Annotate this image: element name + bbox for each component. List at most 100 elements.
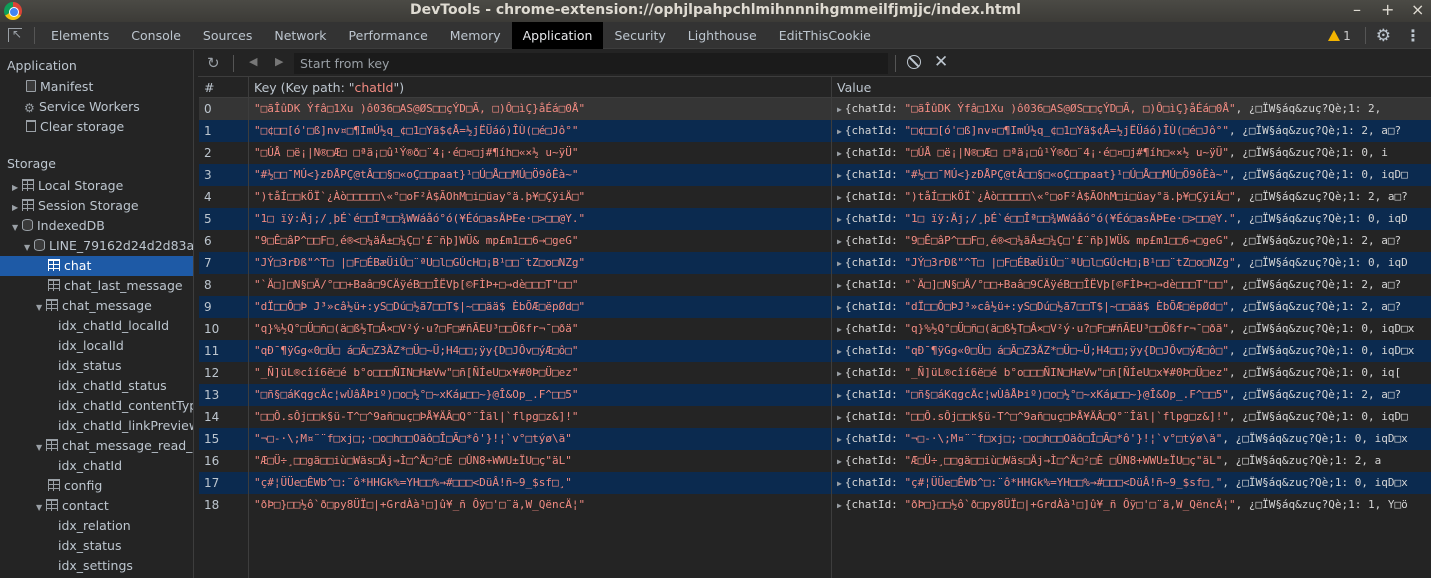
expand-value-icon[interactable]: ▶ [837, 281, 842, 290]
expand-value-icon[interactable]: ▶ [837, 237, 842, 246]
sidebar-item-indexeddb[interactable]: ▼ IndexedDB [0, 216, 193, 236]
table-row[interactable]: 5 "1□ ïÿ:Äj;/¸þÉ`é□□Îª□□¾WWáåó°ó(¥Éó□asÄÞ… [199, 208, 1431, 230]
sidebar-item-index[interactable]: idx_chatId_contentType [0, 396, 193, 416]
sidebar-item-index[interactable]: idx_status [0, 536, 193, 556]
table-row[interactable]: 18 "ðÞ□}□□½ô`ð□py8ÜÏ□|+GrdÀà¹□]û¥_ñ Ôÿ□'□… [199, 494, 1431, 516]
expand-value-icon[interactable]: ▶ [837, 215, 842, 224]
sidebar-item-contact[interactable]: ▼ contact [0, 496, 193, 516]
sidebar-item-index[interactable]: idx_chatId_localId [0, 316, 193, 336]
column-header-key[interactable]: Key (Key path: "chatId") [249, 77, 832, 97]
settings-gear-icon[interactable]: ⚙ [1376, 26, 1391, 46]
column-header-number[interactable]: # [199, 77, 249, 97]
collapse-arrow-icon[interactable]: ▼ [24, 238, 34, 258]
expand-value-icon[interactable]: ▶ [837, 435, 842, 444]
expand-value-icon[interactable]: ▶ [837, 171, 842, 180]
sidebar-item-session-storage[interactable]: ▶ Session Storage [0, 196, 193, 216]
sidebar-item-chat-message-read[interactable]: ▼ chat_message_read_c [0, 436, 193, 456]
table-row[interactable]: 16 "Æ□Ü÷¸□□gä□□iù□Wäs□Äj→Ì□^Ä□²□È □ÛN8+WW… [199, 450, 1431, 472]
expand-value-icon[interactable]: ▶ [837, 325, 842, 334]
divider [895, 55, 896, 72]
expand-value-icon[interactable]: ▶ [837, 501, 842, 510]
more-options-icon[interactable]: ⋮ [1405, 26, 1421, 45]
minimize-button[interactable]: – [1351, 0, 1363, 22]
table-row[interactable]: 9 "dÏ□□Ô□Þ J³»câ½ü+:yS□Dú□½ã7□□T$|~□□ää$ … [199, 296, 1431, 318]
close-window-button[interactable]: × [1411, 0, 1424, 22]
collapse-arrow-icon[interactable]: ▼ [36, 498, 46, 518]
expand-value-icon[interactable]: ▶ [837, 303, 842, 312]
expand-value-icon[interactable]: ▶ [837, 149, 842, 158]
expand-arrow-icon[interactable]: ▶ [12, 178, 22, 198]
table-row[interactable]: 4 ")tåÍ□□kÖÏ`¿Àò□□□□□\«°□oF²À$ÃOhM□i□üay°… [199, 186, 1431, 208]
table-row[interactable]: 15 "¬□-·\;M¤¨¨f□xj□;·□o□h□□Oäô□Î□Ã□*ô'}!¦… [199, 428, 1431, 450]
table-row[interactable]: 1 "□¢□□[ó'□ß]nv¤□¶ImÚ½q_¢□1□Yä$¢Å=½jËÜáó)… [199, 120, 1431, 142]
sidebar-item-index[interactable]: idx_chatId [0, 456, 193, 476]
value-rest: , ¿□ÏW§áq&zuç?Qè;1: 2, a□? [1228, 388, 1402, 401]
table-row[interactable]: 8 "`Ä□]□N§□Ä/°□□+Baâ□9CÄÿéB□□ÎËVþ[©FÌÞ+□→… [199, 274, 1431, 296]
table-row[interactable]: 17 "ç#¦ÜÜe□ÊWb^□:¨ô*HHGk%=YH□□%→#□□□<DüÂ!… [199, 472, 1431, 494]
table-row[interactable]: 0 "□ãÎûDK Ýfâ□1Xu )ô036□AS@ØS□□çÝD□Ã, □)Ô… [199, 98, 1431, 120]
column-header-value[interactable]: Value [832, 77, 1430, 97]
sidebar-item-index[interactable]: idx_localId [0, 336, 193, 356]
collapse-arrow-icon[interactable]: ▼ [36, 298, 46, 318]
sidebar-item-service-workers[interactable]: ⚙ Service Workers [0, 97, 193, 117]
table-row[interactable]: 3 "#½□□¯MÚ<}zÐÅPÇ@tÂ□□§□«oÇ□□paat}¹□Ú□Å□□… [199, 164, 1431, 186]
tab-security[interactable]: Security [603, 22, 676, 49]
sidebar-item-index[interactable]: idx_relation [0, 516, 193, 536]
table-row[interactable]: 2 "□ÚÅ □ë¡|N®□Æ□ □ªä¡□û¹Ý®ð□¨4¡·é□¤□j#¶íh… [199, 142, 1431, 164]
tab-memory[interactable]: Memory [439, 22, 512, 49]
expand-arrow-icon[interactable]: ▶ [12, 198, 22, 218]
sidebar-item-clear-storage[interactable]: Clear storage [0, 117, 193, 137]
previous-page-icon[interactable]: ◀ [249, 55, 257, 68]
next-page-icon[interactable]: ▶ [275, 55, 283, 68]
inspect-element-icon[interactable] [8, 27, 22, 42]
collapse-arrow-icon[interactable]: ▼ [12, 218, 22, 238]
sidebar-item-index[interactable]: idx_settings [0, 556, 193, 576]
sidebar-item-database[interactable]: ▼ LINE_79162d24d2d83a4 [0, 236, 193, 256]
table-row[interactable]: 6 "9□Ê□âP^□□F□¸é®<□¼äÂ±□¼Ç□'£¨ñþ]WÜ& mp£m… [199, 230, 1431, 252]
refresh-icon[interactable]: ↻ [207, 54, 220, 72]
collapse-arrow-icon[interactable]: ▼ [36, 438, 46, 458]
table-row[interactable]: 14 "□□Ô.sÔj□□k§ü-T^□^9añ□uç□ÞÅ¥ÄÂ□Q°¨Îäl|… [199, 406, 1431, 428]
sidebar-item-chat[interactable]: chat [0, 256, 193, 276]
table-empty-area [199, 516, 1431, 578]
tab-editthiscookie[interactable]: EditThisCookie [768, 22, 882, 49]
delete-selected-icon[interactable]: ✕ [934, 52, 948, 72]
table-row[interactable]: 11 "qÐ¯¶ÿGg«0□Ü□ á□Ã□Z3ÄZ*□Ü□~Ü;H4□□;ÿy{D… [199, 340, 1431, 362]
sidebar-item-index[interactable]: idx_chatId_linkPreview [0, 416, 193, 436]
tab-application[interactable]: Application [511, 22, 604, 49]
warnings-count: 1 [1343, 28, 1351, 43]
expand-value-icon[interactable]: ▶ [837, 391, 842, 400]
sidebar-item-index[interactable]: idx_chatId_status [0, 376, 193, 396]
tab-network[interactable]: Network [263, 22, 337, 49]
expand-value-icon[interactable]: ▶ [837, 347, 842, 356]
expand-value-icon[interactable]: ▶ [837, 369, 842, 378]
tab-lighthouse[interactable]: Lighthouse [677, 22, 768, 49]
tab-sources[interactable]: Sources [192, 22, 263, 49]
warnings-counter[interactable]: 1 [1328, 29, 1351, 43]
start-from-key-input[interactable] [294, 53, 888, 74]
expand-value-icon[interactable]: ▶ [837, 127, 842, 136]
expand-value-icon[interactable]: ▶ [837, 193, 842, 202]
expand-value-icon[interactable]: ▶ [837, 105, 842, 114]
table-row[interactable]: 13 "□ñ§□áKqgcÄc¦wÙâÅÞiº)□o□½°□~xKáµ□□~}@Î… [199, 384, 1431, 406]
sidebar-item-chat-message[interactable]: ▼ chat_message [0, 296, 193, 316]
tab-console[interactable]: Console [120, 22, 192, 49]
table-row[interactable]: 10 "q}%½Q°□Ü□ñ□(ä□ß½T□Â×□V²ý·u?□F□#ñÃEU³□… [199, 318, 1431, 340]
expand-value-icon[interactable]: ▶ [837, 413, 842, 422]
sidebar-item-local-storage[interactable]: ▶ Local Storage [0, 176, 193, 196]
table-row[interactable]: 7 "JÝ□3rÐß"^T□ |□F□ÉBæÜiÛ□¨ªU□l□GÚcH□¡B¹□… [199, 252, 1431, 274]
sidebar-item-index[interactable]: idx_status [0, 356, 193, 376]
expand-value-icon[interactable]: ▶ [837, 457, 842, 466]
clear-object-store-icon[interactable] [907, 55, 921, 69]
value-prefix: {chatId: [844, 366, 905, 379]
sidebar-item-chat-last-message[interactable]: chat_last_message [0, 276, 193, 296]
window-title: DevTools - chrome-extension://ophjlpahpc… [410, 2, 1021, 18]
sidebar-item-manifest[interactable]: Manifest [0, 77, 193, 97]
sidebar-item-config[interactable]: config [0, 476, 193, 496]
maximize-button[interactable]: + [1381, 0, 1394, 22]
expand-value-icon[interactable]: ▶ [837, 479, 842, 488]
tab-performance[interactable]: Performance [338, 22, 439, 49]
tab-elements[interactable]: Elements [40, 22, 120, 49]
expand-value-icon[interactable]: ▶ [837, 259, 842, 268]
table-row[interactable]: 12 "_Ñ]üL®cîí6ë□é b°o□□□ÑIN□HæVw"□ñ[ÑÍeU□… [199, 362, 1431, 384]
